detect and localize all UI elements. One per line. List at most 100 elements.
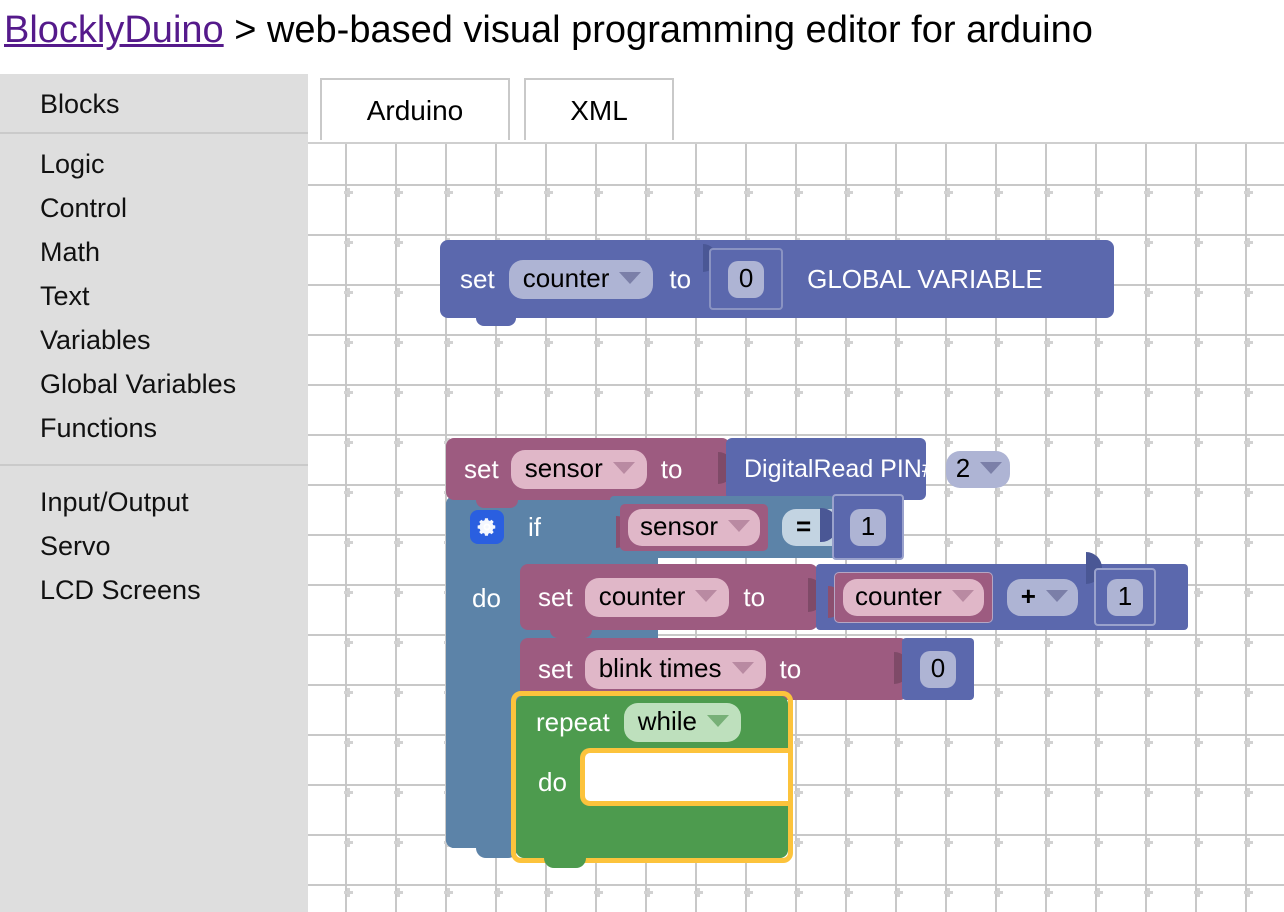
grid-mark bbox=[1144, 488, 1153, 497]
grid-mark bbox=[794, 838, 803, 847]
grid-mark bbox=[344, 738, 353, 747]
grid-mark bbox=[944, 738, 953, 747]
sidebar-item-global-variables[interactable]: Global Variables bbox=[0, 362, 308, 406]
grid-mark bbox=[1244, 888, 1253, 897]
grid-mark bbox=[1194, 438, 1203, 447]
number-block-one[interactable]: 1 bbox=[1093, 568, 1156, 626]
tab-xml[interactable]: XML bbox=[524, 78, 674, 140]
grid-mark bbox=[1044, 638, 1053, 647]
grid-mark bbox=[1044, 488, 1053, 497]
sidebar-item-control[interactable]: Control bbox=[0, 186, 308, 230]
grid-mark bbox=[394, 488, 403, 497]
variable-block-sensor[interactable]: sensor bbox=[620, 503, 769, 551]
variable-dropdown-counter[interactable]: counter bbox=[584, 577, 730, 617]
repeat-mode-dropdown[interactable]: while bbox=[623, 702, 741, 742]
variable-block-counter[interactable]: counter bbox=[834, 571, 993, 623]
block-global-variable[interactable]: set counter to 0 GLOBAL VARIABLE bbox=[440, 240, 1114, 326]
grid-mark bbox=[694, 388, 703, 397]
sidebar-item-text[interactable]: Text bbox=[0, 274, 308, 318]
grid-mark bbox=[794, 738, 803, 747]
number-block-zero[interactable]: 0 bbox=[709, 248, 784, 310]
variable-dropdown-counter[interactable]: counter bbox=[508, 259, 654, 299]
grid-mark bbox=[444, 338, 453, 347]
variable-dropdown-sensor[interactable]: sensor bbox=[628, 508, 761, 546]
grid-mark bbox=[994, 388, 1003, 397]
set-label: set bbox=[538, 653, 573, 684]
variable-dropdown-sensor[interactable]: sensor bbox=[510, 449, 647, 489]
grid-mark bbox=[344, 588, 353, 597]
grid-mark bbox=[594, 338, 603, 347]
brand-link[interactable]: BlocklyDuino bbox=[4, 9, 224, 51]
grid-mark bbox=[894, 338, 903, 347]
block-repeat-while[interactable]: repeat while do bbox=[511, 691, 793, 868]
grid-mark bbox=[344, 438, 353, 447]
number-value: 0 bbox=[728, 260, 765, 298]
sidebar-item-math[interactable]: Math bbox=[0, 230, 308, 274]
toolbox-sidebar: Blocks Logic Control Math Text Variables… bbox=[0, 74, 308, 912]
sidebar-item-variables[interactable]: Variables bbox=[0, 318, 308, 362]
grid-mark bbox=[344, 338, 353, 347]
grid-mark bbox=[1144, 638, 1153, 647]
grid-mark bbox=[844, 188, 853, 197]
set-label: set bbox=[464, 453, 499, 484]
chevron-down-icon bbox=[706, 715, 729, 727]
grid-mark bbox=[1194, 488, 1203, 497]
block-blink-number[interactable]: 0 bbox=[894, 638, 976, 700]
grid-mark bbox=[1144, 338, 1153, 347]
grid-mark bbox=[1194, 738, 1203, 747]
grid-mark bbox=[994, 888, 1003, 897]
title-separator: > bbox=[223, 9, 267, 51]
grid-mark bbox=[894, 838, 903, 847]
grid-mark bbox=[1094, 888, 1103, 897]
grid-mark bbox=[1044, 388, 1053, 397]
grid-mark bbox=[394, 788, 403, 797]
blockly-workspace[interactable]: set counter to 0 GLOBAL VARIABLE set sen… bbox=[308, 142, 1284, 912]
grid-mark bbox=[494, 888, 503, 897]
block-condition-number[interactable]: 1 bbox=[820, 494, 908, 560]
grid-mark bbox=[394, 188, 403, 197]
grid-mark bbox=[1244, 838, 1253, 847]
grid-mark bbox=[1144, 538, 1153, 547]
grid-mark bbox=[344, 538, 353, 547]
sidebar-item-servo[interactable]: Servo bbox=[0, 524, 308, 568]
grid-mark bbox=[644, 188, 653, 197]
variable-dropdown-counter[interactable]: counter bbox=[843, 578, 984, 616]
grid-mark bbox=[944, 338, 953, 347]
grid-mark bbox=[1094, 788, 1103, 797]
number-value: 1 bbox=[1106, 578, 1143, 616]
sidebar-item-functions[interactable]: Functions bbox=[0, 406, 308, 450]
to-label: to bbox=[779, 653, 802, 684]
grid-mark bbox=[944, 838, 953, 847]
sidebar-item-input-output[interactable]: Input/Output bbox=[0, 480, 308, 524]
sidebar-item-logic[interactable]: Logic bbox=[0, 142, 308, 186]
grid-mark bbox=[1244, 438, 1253, 447]
sidebar-item-lcd-screens[interactable]: LCD Screens bbox=[0, 568, 308, 612]
pin-dropdown[interactable]: 2 bbox=[945, 450, 1011, 488]
grid-mark bbox=[644, 388, 653, 397]
grid-mark bbox=[994, 788, 1003, 797]
tab-arduino[interactable]: Arduino bbox=[320, 78, 510, 140]
block-condition[interactable]: sensor = bbox=[610, 496, 854, 558]
grid-mark bbox=[394, 338, 403, 347]
grid-mark bbox=[1094, 538, 1103, 547]
chevron-down-icon bbox=[980, 462, 1003, 474]
grid-mark bbox=[1194, 538, 1203, 547]
block-set-counter[interactable]: set counter to bbox=[520, 564, 818, 638]
grid-mark bbox=[344, 838, 353, 847]
grid-mark bbox=[944, 788, 953, 797]
grid-mark bbox=[744, 388, 753, 397]
operator-dropdown-plus[interactable]: + bbox=[1006, 578, 1078, 616]
variable-dropdown-blink-times[interactable]: blink times bbox=[584, 649, 766, 689]
grid-mark bbox=[494, 188, 503, 197]
statement-slot[interactable] bbox=[580, 748, 788, 806]
gear-icon[interactable] bbox=[470, 510, 504, 544]
grid-mark bbox=[1194, 688, 1203, 697]
block-digitalread[interactable]: DigitalRead PIN# 2 bbox=[718, 438, 1011, 500]
block-arithmetic[interactable]: counter + 1 bbox=[808, 552, 1188, 630]
grid-mark bbox=[1094, 388, 1103, 397]
block-set-sensor[interactable]: set sensor to bbox=[446, 438, 730, 508]
grid-mark bbox=[544, 888, 553, 897]
grid-mark bbox=[1094, 738, 1103, 747]
grid-mark bbox=[394, 388, 403, 397]
grid-mark bbox=[1094, 838, 1103, 847]
